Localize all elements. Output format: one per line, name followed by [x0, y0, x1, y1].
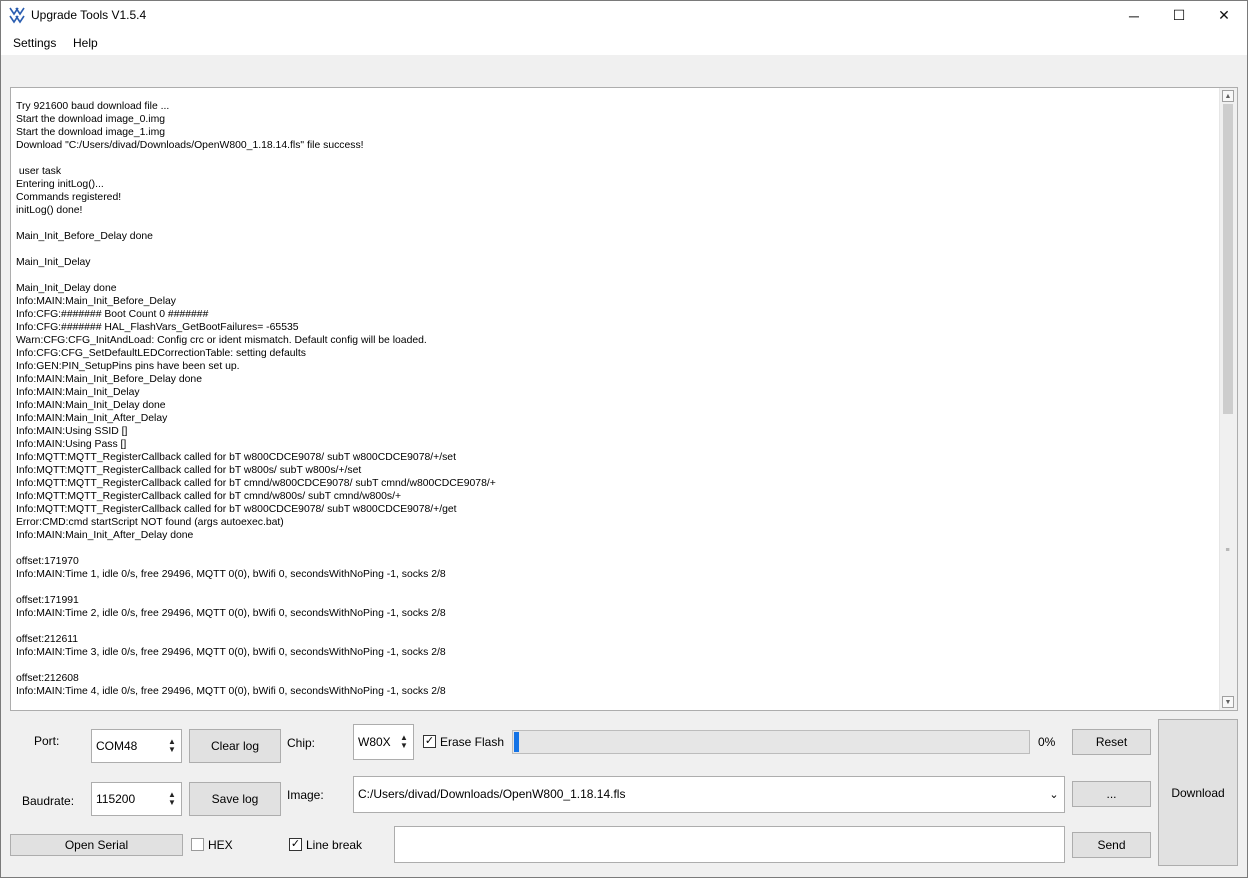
scroll-thumb[interactable]	[1223, 104, 1233, 414]
updown-arrows-icon[interactable]: ▲ ▼	[395, 725, 413, 759]
open-serial-button[interactable]: Open Serial	[10, 834, 183, 856]
checkmark-icon: ✓	[290, 838, 301, 850]
image-combobox[interactable]: C:/Users/divad/Downloads/OpenW800_1.18.1…	[353, 776, 1065, 813]
image-path: C:/Users/divad/Downloads/OpenW800_1.18.1…	[358, 787, 626, 801]
log-output[interactable]: Try 921600 baud download file ... Start …	[10, 87, 1238, 711]
menu-help[interactable]: Help	[73, 36, 98, 50]
updown-arrows-icon[interactable]: ▲ ▼	[163, 783, 181, 815]
chip-select[interactable]: W80X ▲ ▼	[353, 724, 414, 760]
erase-flash-checkbox[interactable]: ✓	[423, 735, 436, 748]
download-button[interactable]: Download	[1158, 719, 1238, 866]
menu-bar	[1, 31, 1247, 55]
port-value: COM48	[96, 739, 138, 753]
hex-checkbox[interactable]	[191, 838, 204, 851]
chip-label: Chip:	[287, 736, 316, 750]
reset-button[interactable]: Reset	[1072, 729, 1151, 755]
log-text: Try 921600 baud download file ... Start …	[16, 101, 496, 697]
clear-log-button[interactable]: Clear log	[189, 729, 281, 763]
title-bar	[1, 1, 1247, 31]
chevron-down-icon[interactable]: ⌄	[1044, 777, 1064, 812]
close-button[interactable]: ✕	[1201, 1, 1247, 30]
scroll-down-icon[interactable]: ▼	[1222, 696, 1234, 708]
browse-button[interactable]: ...	[1072, 781, 1151, 807]
baudrate-select[interactable]: 115200 ▲ ▼	[91, 782, 182, 816]
app-logo-icon	[9, 7, 25, 24]
log-scrollbar[interactable]: ▲ ≡ ▼	[1219, 88, 1237, 710]
progress-text: 0%	[1038, 735, 1056, 749]
minimize-button[interactable]: ─	[1111, 1, 1157, 30]
erase-flash-label: Erase Flash	[440, 735, 505, 749]
baudrate-label: Baudrate:	[22, 794, 75, 808]
updown-arrows-icon[interactable]: ▲ ▼	[163, 730, 181, 762]
menu-settings[interactable]: Settings	[13, 36, 56, 50]
baudrate-value: 115200	[96, 792, 136, 806]
scroll-up-icon[interactable]: ▲	[1222, 90, 1234, 102]
progress-lead	[514, 732, 519, 752]
image-label: Image:	[287, 788, 324, 802]
hex-label: HEX	[208, 838, 233, 852]
port-label: Port:	[34, 734, 60, 748]
window-title: Upgrade Tools V1.5.4	[31, 8, 147, 22]
checkmark-icon: ✓	[424, 735, 435, 747]
save-log-button[interactable]: Save log	[189, 782, 281, 816]
line-break-checkbox[interactable]: ✓	[289, 838, 302, 851]
line-break-label: Line break	[306, 838, 363, 852]
send-button[interactable]: Send	[1072, 832, 1151, 858]
port-select[interactable]: COM48 ▲ ▼	[91, 729, 182, 763]
send-input[interactable]	[394, 826, 1065, 863]
maximize-button[interactable]: ☐	[1156, 1, 1202, 30]
chip-value: W80X	[358, 735, 391, 749]
download-progress-bar	[512, 730, 1030, 754]
scroll-grip-icon: ≡	[1225, 547, 1230, 554]
